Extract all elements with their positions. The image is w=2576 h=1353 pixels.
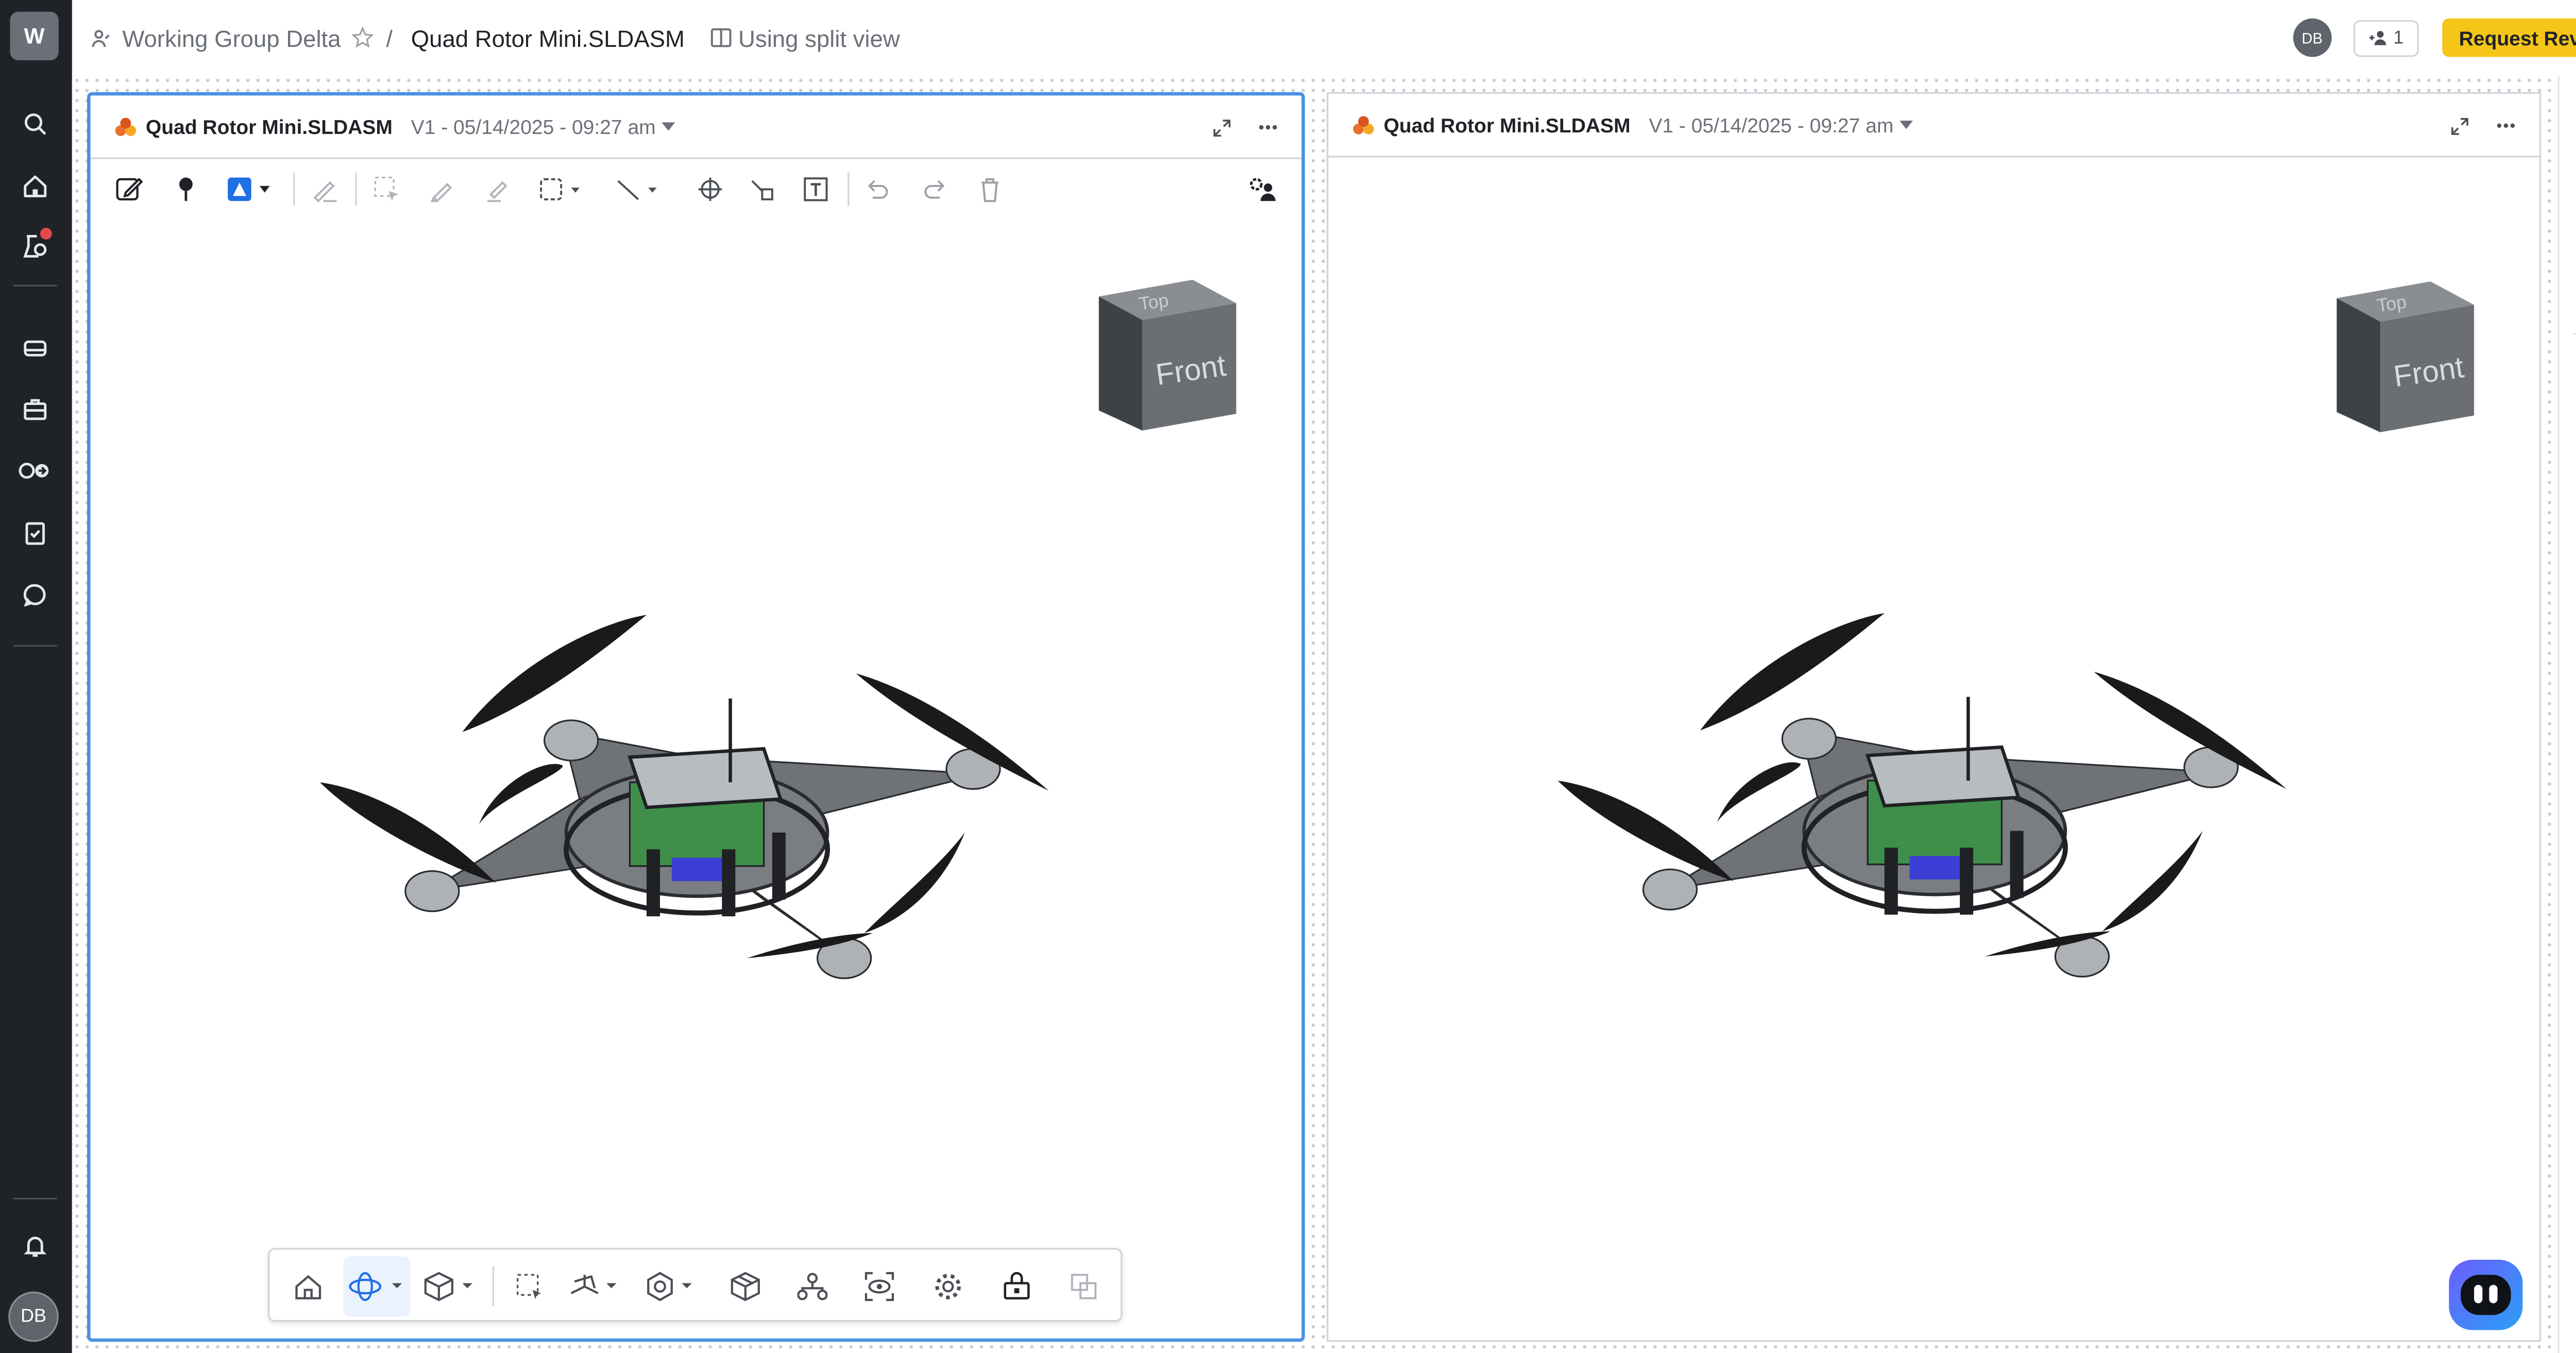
group-icon [91,28,111,48]
user-avatar[interactable]: DB [8,1291,59,1342]
redo-icon[interactable] [916,173,953,206]
markup-toolbar [91,159,1302,219]
split-view-icon[interactable] [710,27,732,48]
lock-view-icon[interactable] [993,1256,1040,1316]
expand-icon[interactable] [2451,116,2469,135]
breadcrumb: Working Group Delta / Quad Rotor Mini.SL… [91,24,900,51]
top-header: Working Group Delta / Quad Rotor Mini.SL… [72,0,2576,75]
right-rail: 3 [2557,75,2576,1353]
toolbar-divider [355,172,357,206]
collaborator-avatar[interactable]: DB [2293,18,2332,57]
undo-icon[interactable] [859,173,896,206]
checklist-icon[interactable] [13,511,57,555]
bell-icon[interactable] [13,1225,57,1269]
view-cube-top[interactable]: Top [2376,293,2408,317]
search-icon[interactable] [13,102,57,146]
highlighter-icon[interactable] [479,173,516,206]
caret-down-icon [662,122,676,131]
breadcrumb-separator: / [386,24,393,52]
viewer-pane-right[interactable]: Quad Rotor Mini.SLDASM V1 - 05/14/2025 -… [1327,92,2541,1342]
pane-file-name: Quad Rotor Mini.SLDASM [145,114,393,139]
request-review-button[interactable]: Request Review [2442,18,2576,57]
pane-header: Quad Rotor Mini.SLDASM V1 - 05/14/2025 -… [1328,94,2539,158]
measure-icon[interactable] [744,173,781,206]
explode-tool-button[interactable] [641,1256,702,1316]
settings-gear-icon[interactable] [925,1256,972,1316]
toolbar-divider [293,172,295,206]
more-icon[interactable] [2496,122,2516,129]
briefcase-icon[interactable] [13,387,57,431]
rail-divider [13,1197,57,1199]
rail-divider [13,284,57,286]
3d-model-quad-rotor[interactable] [312,598,1082,1000]
pane-file-name: Quad Rotor Mini.SLDASM [1383,113,1631,137]
share-button[interactable]: 1 [2353,19,2419,56]
inbox-icon[interactable] [13,327,57,370]
home-view-icon[interactable] [283,1256,333,1316]
app-root: W DB Working Group Delta / Quad Rotor Mi… [0,0,2576,1353]
pane-actions [1213,95,1278,159]
caret-down-icon [1900,121,1914,129]
breadcrumb-file[interactable]: Quad Rotor Mini.SLDASM [411,24,685,51]
line-tool-button[interactable] [613,173,664,206]
visibility-icon[interactable] [856,1256,903,1316]
view-cube[interactable]: Top Front [2330,278,2481,437]
version-select[interactable]: V1 - 05/14/2025 - 09:27 am [1649,113,1914,137]
view-cube-button[interactable] [420,1256,481,1316]
compare-overlay-icon[interactable] [1060,1256,1107,1316]
ai-assistant-button[interactable] [2449,1259,2523,1330]
breadcrumb-group[interactable]: Working Group Delta [122,24,341,51]
view-toolbar [268,1248,1123,1322]
text-box-icon[interactable] [798,173,835,206]
pane-actions [2451,94,2516,158]
3d-model-quad-rotor[interactable] [1549,596,2320,998]
user-settings-icon[interactable] [1245,173,1282,206]
pin-icon[interactable] [167,173,205,206]
assembly-icon [1352,115,1376,135]
integrations-icon[interactable] [13,449,57,493]
split-view-label[interactable]: Using split view [738,24,900,51]
crosshair-icon[interactable] [692,173,729,206]
viewer-pane-left[interactable]: Quad Rotor Mini.SLDASM V1 - 05/14/2025 -… [87,92,1305,1342]
select-area-icon[interactable] [368,173,405,206]
pane-header: Quad Rotor Mini.SLDASM V1 - 05/14/2025 -… [90,95,1302,159]
home-icon[interactable] [13,164,57,208]
trash-icon[interactable] [972,173,1009,206]
version-label: V1 - 05/14/2025 - 09:27 am [411,114,656,139]
rail-divider [13,645,57,647]
view-cube[interactable]: Top Front [1092,276,1243,435]
pane-file: Quad Rotor Mini.SLDASM [1352,113,1631,137]
section-tool-button[interactable] [566,1256,626,1316]
workspace-avatar[interactable]: W [10,11,59,61]
pencil-edit-icon[interactable] [111,173,148,206]
view-cube-top[interactable]: Top [1138,291,1170,315]
assembly-icon [114,116,138,137]
notification-dot [40,228,52,240]
toolbar-divider [848,172,850,206]
rail-divider [2572,333,2576,335]
color-picker-button[interactable] [225,173,275,206]
left-rail: W DB [0,0,72,1353]
lab-icon[interactable] [13,225,57,268]
marker-icon[interactable] [307,173,344,206]
pen-icon[interactable] [424,173,461,206]
version-label: V1 - 05/14/2025 - 09:27 am [1649,113,1894,137]
part-view-icon[interactable] [722,1256,769,1316]
header-actions: DB 1 Request Review [2293,0,2576,75]
shape-tool-button[interactable] [536,173,586,206]
expand-icon[interactable] [1213,118,1231,137]
toolbar-divider [492,1266,495,1307]
version-select[interactable]: V1 - 05/14/2025 - 09:27 am [411,114,676,139]
chat-icon[interactable] [13,573,57,617]
share-count: 1 [2393,27,2404,48]
assembly-tree-icon[interactable] [789,1256,836,1316]
pane-file: Quad Rotor Mini.SLDASM [114,114,393,139]
add-user-icon [2368,30,2387,45]
more-icon[interactable] [1258,124,1278,131]
star-icon[interactable] [352,27,375,48]
box-select-icon[interactable] [507,1256,551,1316]
orbit-button[interactable] [343,1256,411,1317]
